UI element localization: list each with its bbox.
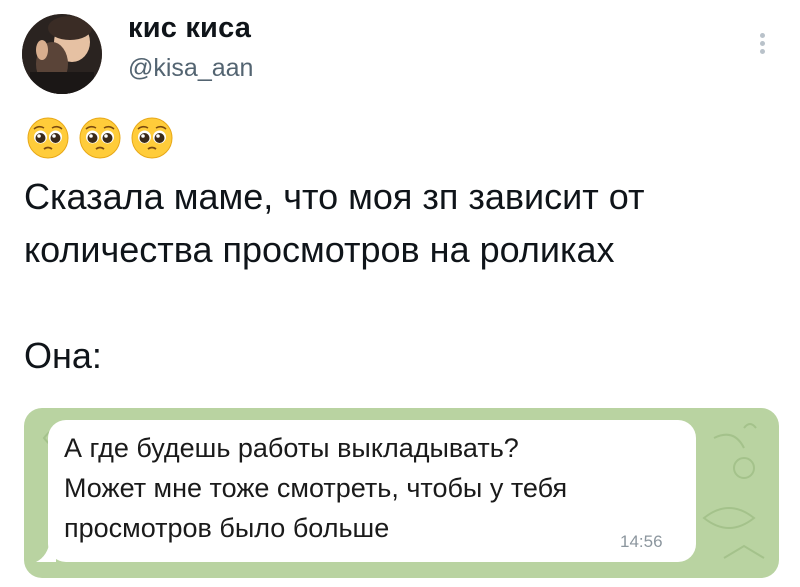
- author-display-name[interactable]: кис киса: [128, 12, 251, 45]
- message-line: просмотров было больше: [64, 513, 390, 543]
- author-handle[interactable]: @kisa_aan: [128, 54, 253, 83]
- dot: [759, 33, 765, 38]
- pleading-face-emoji: [79, 117, 121, 159]
- dot: [759, 49, 765, 54]
- message-text: А где будешь работы выкладывать? Может м…: [64, 428, 567, 548]
- message-time: 14:56: [620, 532, 663, 551]
- tweet-text: Сказала маме, что моя зп зависит от коли…: [24, 170, 644, 382]
- avatar-photo: [22, 14, 102, 94]
- pleading-face-emoji: [27, 117, 69, 159]
- pleading-face-emoji: [131, 117, 173, 159]
- tweet-line: Она:: [24, 335, 102, 376]
- emoji-row: [26, 116, 174, 160]
- avatar[interactable]: [22, 14, 102, 94]
- message-line: А где будешь работы выкладывать?: [64, 433, 519, 463]
- message-line: Может мне тоже смотреть, чтобы у тебя: [64, 473, 568, 503]
- more-vertical-icon[interactable]: [752, 30, 772, 62]
- dot: [759, 41, 765, 46]
- tweet-line: количества просмотров на роликах: [24, 229, 615, 270]
- tweet-line: Сказала маме, что моя зп зависит от: [24, 176, 645, 217]
